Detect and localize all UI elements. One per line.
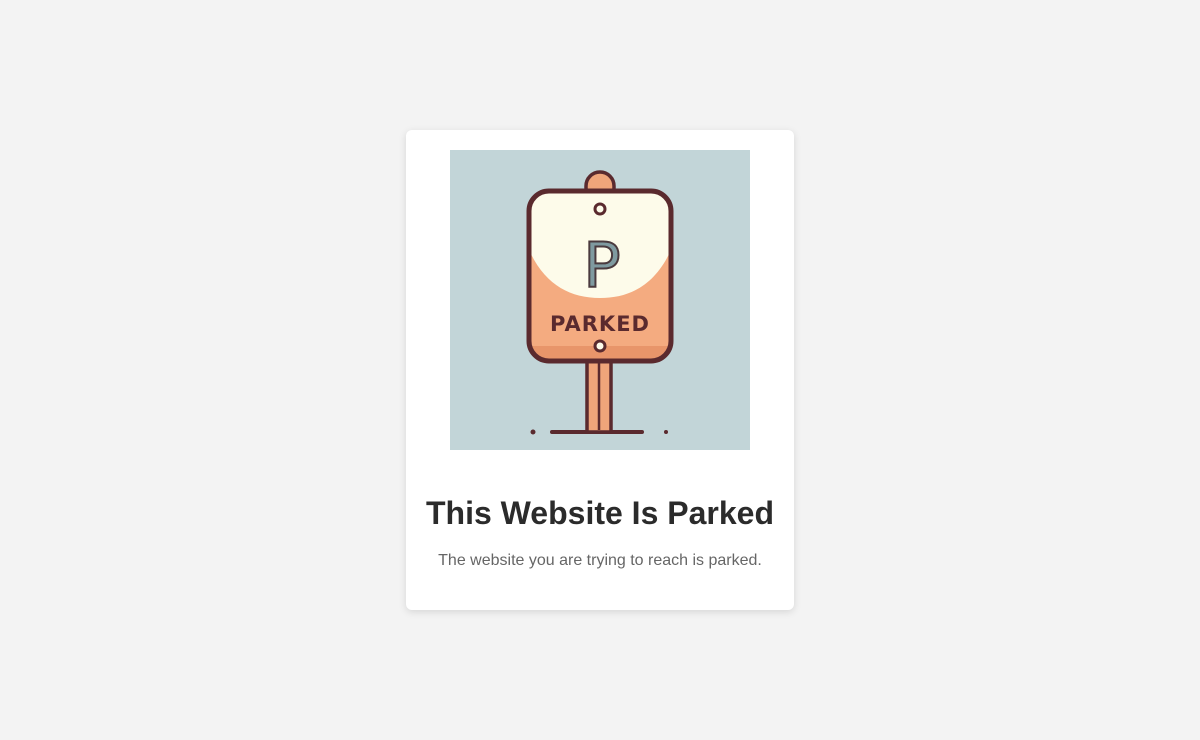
sign-letter: P [583, 229, 620, 302]
ground-dot [664, 430, 668, 434]
parking-sign-icon: P PARKED [450, 150, 750, 450]
sign-bolt [593, 202, 607, 216]
sign-text: PARKED [550, 312, 650, 336]
parked-card: P PARKED This Website Is Parked The webs… [406, 130, 794, 610]
sign-bolt [593, 339, 607, 353]
parked-message: The website you are trying to reach is p… [438, 552, 762, 569]
page-title: This Website Is Parked [426, 495, 774, 531]
ground-dot [530, 429, 536, 435]
